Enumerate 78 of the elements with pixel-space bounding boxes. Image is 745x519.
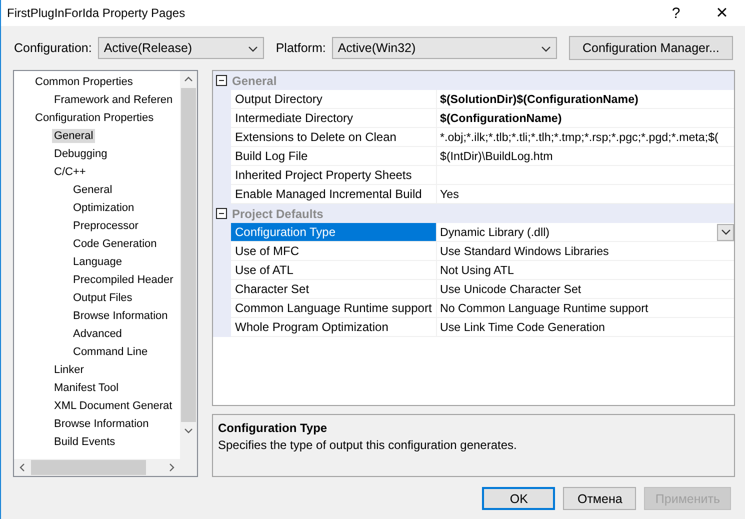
description-text: Specifies the type of output this configuration generates. — [218, 438, 518, 452]
dialog-button[interactable]: Отмена — [563, 487, 636, 510]
property-name[interactable]: Enable Managed Incremental Build — [231, 185, 437, 204]
tree-item[interactable]: Framework and Referen — [52, 93, 175, 107]
property-name[interactable]: Character Set — [231, 280, 437, 299]
tree-item[interactable]: Advanced — [71, 327, 124, 341]
property-value: Use Standard Windows Libraries — [440, 244, 609, 258]
platform-dropdown[interactable]: Active(Win32) — [332, 37, 557, 59]
property-value: $(ConfigurationName) — [440, 112, 562, 124]
value-cell[interactable]: $(IntDir)\BuildLog.htm — [437, 147, 734, 166]
category-label: General — [232, 74, 277, 88]
scrollbar-thumb[interactable] — [31, 460, 146, 475]
tree-item[interactable]: Command Line — [71, 345, 150, 359]
property-value: Use Unicode Character Set — [440, 282, 582, 296]
tree-item[interactable]: Language — [71, 255, 124, 269]
property-name[interactable]: Intermediate Directory — [231, 109, 437, 128]
value-cell[interactable]: Use Link Time Code Generation — [437, 318, 734, 337]
tree-item[interactable]: Debugging — [52, 147, 110, 161]
tree-item[interactable]: Output Files — [71, 291, 134, 305]
value-cell[interactable]: $(SolutionDir)$(ConfigurationName) — [437, 90, 734, 109]
dialog-button[interactable]: OK — [482, 487, 556, 510]
value-cell[interactable]: Not Using ATL — [437, 261, 734, 280]
scrollbar-thumb[interactable] — [181, 88, 196, 422]
property-name[interactable]: Inherited Project Property Sheets — [231, 166, 437, 185]
tree-item[interactable]: Browse Information — [71, 309, 170, 323]
property-name[interactable]: Output Directory — [231, 90, 437, 109]
value-cell[interactable]: *.obj;*.ilk;*.tlb;*.tli;*.tlh;*.tmp;*.rsp;*.pgc;*.pgd;*.meta;$( — [437, 128, 734, 147]
property-name[interactable]: Build Log File — [231, 147, 437, 166]
property-name[interactable]: Extensions to Delete on Clean — [231, 128, 437, 147]
value-cell[interactable]: Use Standard Windows Libraries — [437, 242, 734, 261]
property-name[interactable]: Common Language Runtime support — [231, 299, 437, 318]
tree-item[interactable]: Browse Information — [52, 417, 151, 431]
chevron-down-icon — [248, 46, 258, 52]
value-cell[interactable] — [437, 166, 734, 185]
property-value: $(SolutionDir)$(ConfigurationName) — [440, 92, 638, 106]
configuration-manager-button[interactable]: Configuration Manager... — [568, 36, 733, 60]
value-cell[interactable]: Yes — [437, 185, 734, 204]
tree-item[interactable]: General — [52, 129, 96, 143]
description-title: Configuration Type — [218, 421, 328, 435]
chevron-down-icon — [540, 46, 551, 52]
tree-item[interactable]: Build Events — [52, 435, 118, 449]
property-value: Dynamic Library (.dll) — [440, 226, 550, 238]
dropdown-button[interactable] — [717, 224, 734, 240]
category-label: Project Defaults — [232, 206, 324, 220]
property-value: Yes — [440, 188, 459, 200]
property-name[interactable]: Whole Program Optimization — [231, 318, 437, 337]
value-cell[interactable]: No Common Language Runtime support — [437, 299, 734, 318]
window-title: FirstPlugInForIda Property Pages — [7, 6, 186, 20]
tree-item[interactable]: Code Generation — [71, 237, 159, 251]
property-name[interactable]: Use of ATL — [231, 261, 437, 280]
configuration-label: Configuration: — [14, 41, 92, 55]
tree-item[interactable]: Manifest Tool — [52, 381, 121, 395]
configuration-dropdown[interactable]: Active(Release) — [98, 37, 264, 59]
close-button[interactable]: × — [699, 0, 745, 26]
collapse-icon[interactable] — [216, 75, 227, 86]
tree-item[interactable]: Common Properties — [33, 75, 135, 89]
property-value: No Common Language Runtime support — [440, 302, 648, 314]
tree-item[interactable]: Optimization — [71, 201, 136, 215]
collapse-icon[interactable] — [216, 208, 227, 219]
property-value: Use Link Time Code Generation — [440, 320, 605, 334]
tree-item[interactable]: Precompiled Header — [71, 273, 176, 287]
tree-item[interactable]: Preprocessor — [71, 219, 140, 233]
tree-item[interactable]: XML Document Generat — [52, 399, 174, 413]
value-cell[interactable]: Dynamic Library (.dll) — [437, 223, 734, 242]
property-name[interactable]: Use of MFC — [231, 242, 437, 261]
tree-item[interactable]: C/C++ — [52, 165, 88, 179]
property-value: *.obj;*.ilk;*.tlb;*.tli;*.tlh;*.tmp;*.rsp;*.pgc;*.pgd;*.meta;$( — [440, 130, 718, 144]
property-name[interactable]: Configuration Type — [231, 223, 437, 242]
value-cell[interactable]: $(ConfigurationName) — [437, 109, 734, 128]
property-value: $(IntDir)\BuildLog.htm — [440, 150, 553, 162]
property-value: Not Using ATL — [440, 264, 514, 276]
tree-item[interactable]: General — [71, 183, 114, 197]
tree-item[interactable]: Linker — [52, 363, 86, 377]
chevron-down-icon — [720, 229, 730, 235]
value-cell[interactable]: Use Unicode Character Set — [437, 280, 734, 299]
help-button[interactable]: ? — [653, 0, 699, 26]
tree-item[interactable]: Configuration Properties — [33, 111, 156, 125]
platform-label: Platform: — [276, 41, 326, 55]
